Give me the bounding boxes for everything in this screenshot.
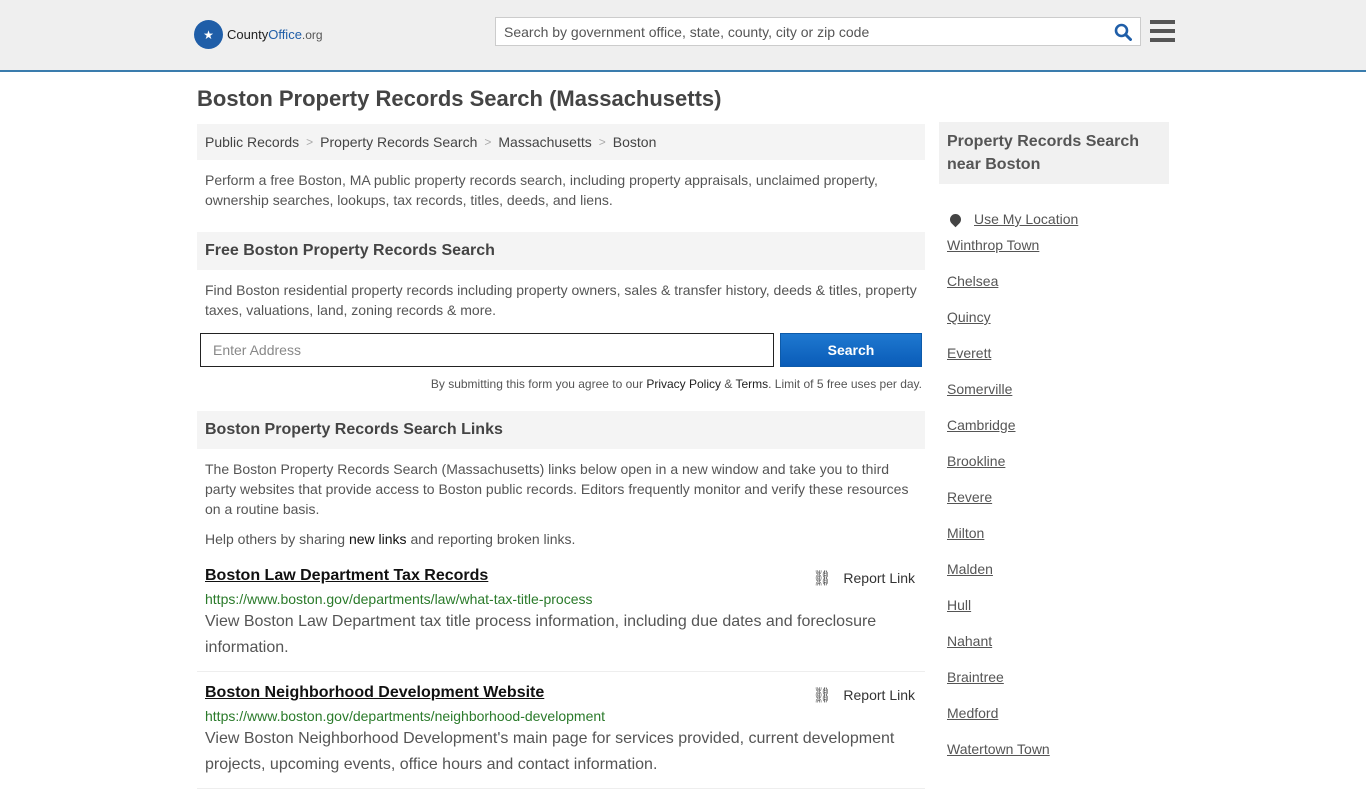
breadcrumb-property-records[interactable]: Property Records Search xyxy=(320,134,477,150)
breadcrumb: Public Records > Property Records Search >… xyxy=(197,124,925,160)
nearby-link[interactable]: Malden xyxy=(947,561,1169,597)
breadcrumb-boston: Boston xyxy=(612,134,657,150)
nearby-link[interactable]: Chelsea xyxy=(947,273,1169,309)
list-item: Boston Neighborhood Development Website … xyxy=(197,672,925,789)
nearby-link[interactable]: Watertown Town xyxy=(947,741,1169,777)
report-link-button[interactable]: ⛓ Report Link xyxy=(812,686,915,704)
report-link-button[interactable]: ⛓ Report Link xyxy=(812,569,915,587)
nearby-link[interactable]: Winthrop Town xyxy=(947,237,1169,273)
nearby-link[interactable]: Cambridge xyxy=(947,417,1169,453)
address-input[interactable] xyxy=(200,333,774,367)
broken-link-icon: ⛓ xyxy=(812,687,832,704)
logo[interactable]: ★ CountyOffice.org xyxy=(194,20,323,49)
hamburger-menu-icon[interactable] xyxy=(1150,20,1175,47)
address-search-form: Search xyxy=(197,333,925,367)
search-icon[interactable] xyxy=(1106,18,1140,45)
resource-description: View Boston Neighborhood Development's m… xyxy=(205,730,895,773)
nearby-link[interactable]: Hull xyxy=(947,597,1169,633)
broken-link-icon: ⛓ xyxy=(812,570,832,587)
main-content: Boston Property Records Search (Massachu… xyxy=(197,86,925,789)
site-search-input[interactable] xyxy=(496,18,1106,45)
resource-url: https://www.boston.gov/departments/neigh… xyxy=(205,708,606,724)
links-description: The Boston Property Records Search (Mass… xyxy=(205,461,909,517)
help-text: Help others by sharing new links and rep… xyxy=(205,531,576,547)
nearby-link[interactable]: Braintree xyxy=(947,669,1169,705)
nearby-link[interactable]: Everett xyxy=(947,345,1169,381)
sidebar: Property Records Search near Boston Use … xyxy=(939,122,1169,777)
nearby-link[interactable]: Milton xyxy=(947,525,1169,561)
logo-text: CountyOffice.org xyxy=(227,27,323,42)
new-links-link[interactable]: new links xyxy=(349,531,407,547)
map-pin-icon xyxy=(947,211,964,227)
free-search-heading: Free Boston Property Records Search xyxy=(197,232,925,270)
terms-notice: By submitting this form you agree to our… xyxy=(430,377,922,391)
resource-description: View Boston Law Department tax title pro… xyxy=(205,613,877,656)
privacy-policy-link[interactable]: Privacy Policy xyxy=(646,377,721,391)
list-item: Boston Law Department Tax Records ⛓ Repor… xyxy=(197,555,925,672)
breadcrumb-public-records[interactable]: Public Records xyxy=(205,134,299,150)
nearby-link[interactable]: Brookline xyxy=(947,453,1169,489)
nearby-link[interactable]: Somerville xyxy=(947,381,1169,417)
eagle-logo-icon: ★ xyxy=(194,20,223,49)
links-heading: Boston Property Records Search Links xyxy=(197,411,925,449)
nearby-links: Use My Location Winthrop Town Chelsea Qu… xyxy=(939,201,1169,777)
nearby-link[interactable]: Revere xyxy=(947,489,1169,525)
search-button[interactable]: Search xyxy=(780,333,922,367)
resource-url: https://www.boston.gov/departments/law/w… xyxy=(205,591,593,607)
nearby-link[interactable]: Medford xyxy=(947,705,1169,741)
sidebar-title: Property Records Search near Boston xyxy=(939,122,1169,184)
resource-link-title[interactable]: Boston Neighborhood Development Website xyxy=(205,684,544,701)
site-header: ★ CountyOffice.org xyxy=(0,0,1366,72)
page-title: Boston Property Records Search (Massachu… xyxy=(197,86,722,111)
nearby-link[interactable]: Nahant xyxy=(947,633,1169,669)
nearby-link[interactable]: Quincy xyxy=(947,309,1169,345)
terms-link[interactable]: Terms xyxy=(735,377,768,391)
breadcrumb-massachusetts[interactable]: Massachusetts xyxy=(498,134,591,150)
resource-link-title[interactable]: Boston Law Department Tax Records xyxy=(205,567,488,584)
site-search xyxy=(495,17,1141,46)
intro-text: Perform a free Boston, MA public propert… xyxy=(205,172,878,208)
free-search-description: Find Boston residential property records… xyxy=(205,282,917,318)
use-my-location-link[interactable]: Use My Location xyxy=(947,201,1169,237)
